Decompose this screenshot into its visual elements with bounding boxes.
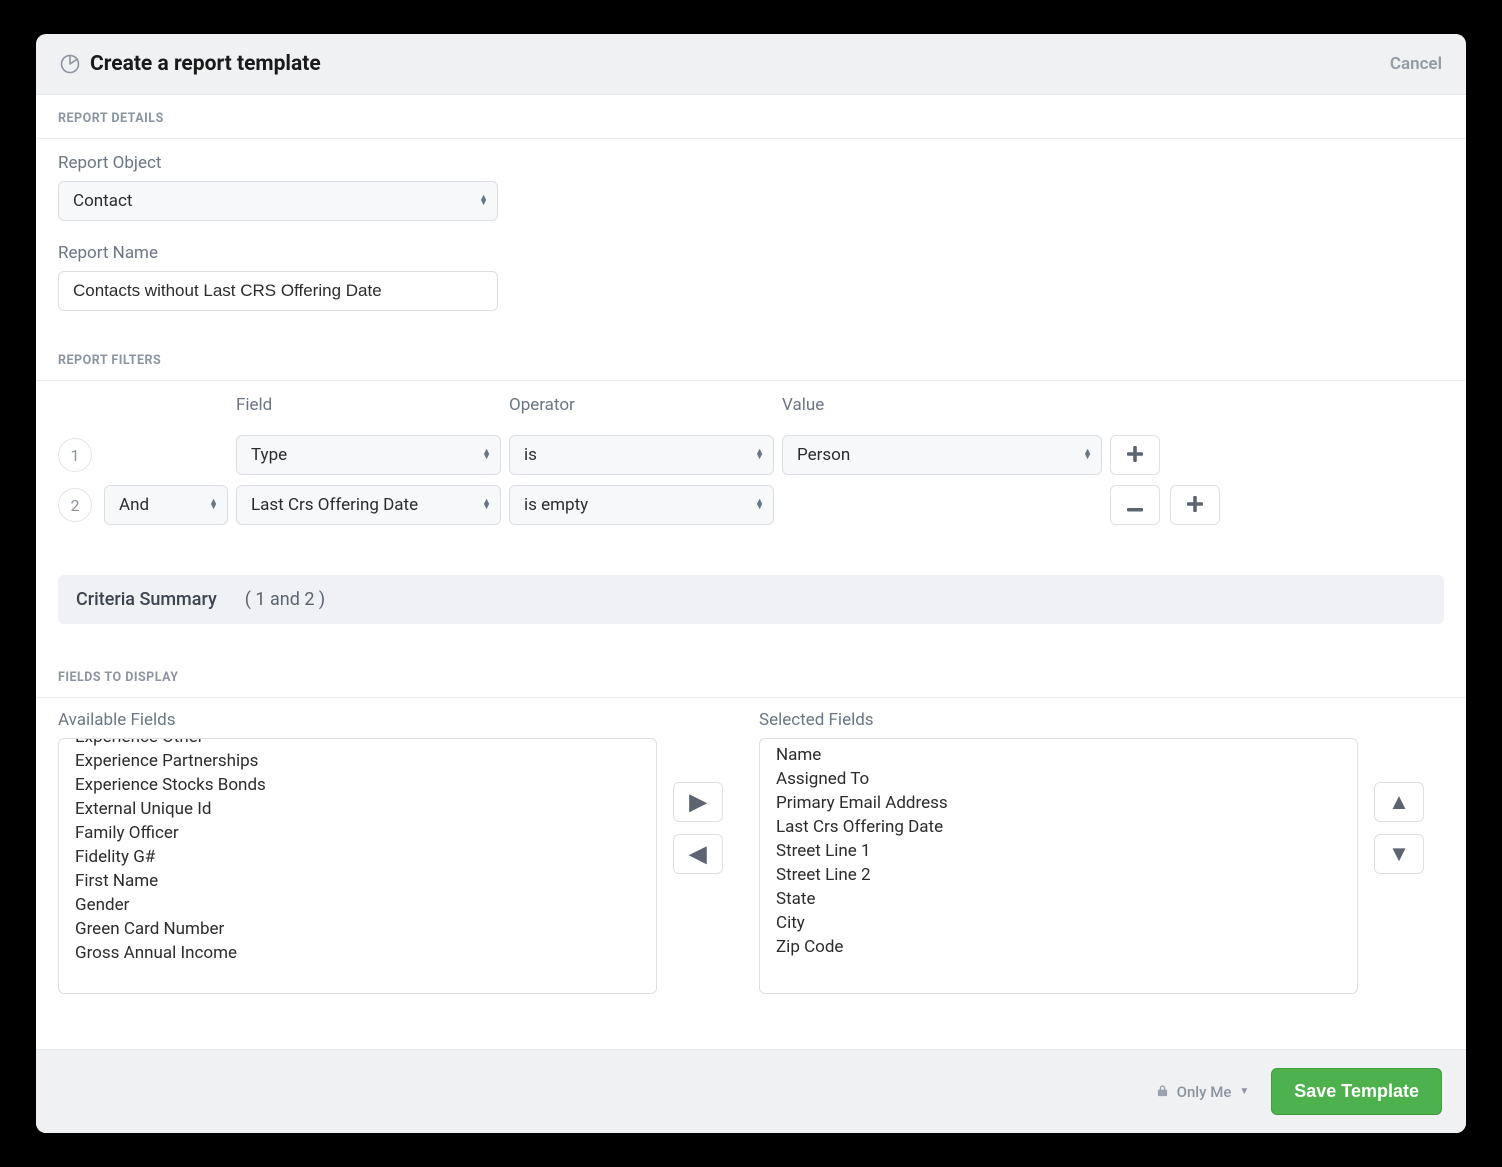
lock-icon bbox=[1156, 1083, 1169, 1101]
section-header-fields: FIELDS TO DISPLAY bbox=[36, 654, 1466, 698]
triangle-up-icon: ▲ bbox=[1388, 789, 1410, 815]
report-name-label: Report Name bbox=[58, 243, 1444, 263]
list-item[interactable]: Name bbox=[760, 743, 1357, 767]
list-item[interactable]: Family Officer bbox=[59, 821, 656, 845]
list-item[interactable]: Gender bbox=[59, 893, 656, 917]
filter-operator-select[interactable]: is empty bbox=[509, 485, 774, 525]
list-item[interactable]: Zip Code bbox=[760, 935, 1357, 959]
minus-icon bbox=[1127, 492, 1143, 518]
list-item[interactable]: Assigned To bbox=[760, 767, 1357, 791]
privacy-label: Only Me bbox=[1177, 1083, 1232, 1101]
add-filter-button[interactable] bbox=[1170, 485, 1220, 525]
move-up-button[interactable]: ▲ bbox=[1374, 782, 1424, 822]
filter-conjunction-select[interactable]: And bbox=[104, 485, 228, 525]
list-item[interactable]: State bbox=[760, 887, 1357, 911]
plus-icon bbox=[1127, 442, 1143, 468]
triangle-right-icon: ▶ bbox=[690, 789, 707, 815]
list-item[interactable]: Experience Stocks Bonds bbox=[59, 773, 656, 797]
triangle-left-icon: ◀ bbox=[690, 841, 707, 867]
add-filter-button[interactable] bbox=[1110, 435, 1160, 475]
filter-row-number: 2 bbox=[58, 488, 92, 522]
list-item[interactable]: First Name bbox=[59, 869, 656, 893]
report-object-select[interactable]: Contact bbox=[58, 181, 498, 221]
list-item[interactable]: Primary Email Address bbox=[760, 791, 1357, 815]
list-item[interactable]: City bbox=[760, 911, 1357, 935]
filter-field-select[interactable]: Type bbox=[236, 435, 501, 475]
list-item[interactable]: Street Line 1 bbox=[760, 839, 1357, 863]
chevron-down-icon: ▼ bbox=[1239, 1086, 1249, 1097]
triangle-down-icon: ▼ bbox=[1388, 841, 1410, 867]
pie-chart-icon bbox=[60, 54, 80, 74]
list-item[interactable]: Green Card Number bbox=[59, 917, 656, 941]
modal-header: Create a report template Cancel bbox=[36, 34, 1466, 95]
list-item[interactable]: Fidelity G# bbox=[59, 845, 656, 869]
privacy-toggle[interactable]: Only Me ▼ bbox=[1156, 1083, 1250, 1101]
save-template-button[interactable]: Save Template bbox=[1271, 1068, 1442, 1115]
list-item[interactable]: Experience Partnerships bbox=[59, 749, 656, 773]
section-header-filters: REPORT FILTERS bbox=[36, 337, 1466, 381]
selected-fields-list[interactable]: NameAssigned ToPrimary Email AddressLast… bbox=[759, 738, 1358, 994]
available-fields-list[interactable]: Experience OtherExperience PartnershipsE… bbox=[58, 738, 657, 994]
selected-fields-label: Selected Fields bbox=[759, 710, 1358, 730]
filter-row: 1Type▲▼is▲▼Person▲▼ bbox=[58, 435, 1444, 475]
modal: Create a report template Cancel REPORT D… bbox=[36, 34, 1466, 1133]
remove-filter-button[interactable] bbox=[1110, 485, 1160, 525]
filter-field-select[interactable]: Last Crs Offering Date bbox=[236, 485, 501, 525]
list-item[interactable]: Last Crs Offering Date bbox=[760, 815, 1357, 839]
cancel-button[interactable]: Cancel bbox=[1390, 54, 1442, 74]
criteria-summary-expr: ( 1 and 2 ) bbox=[245, 589, 325, 610]
modal-title: Create a report template bbox=[90, 52, 321, 76]
report-object-label: Report Object bbox=[58, 153, 1444, 173]
available-fields-label: Available Fields bbox=[58, 710, 657, 730]
list-item[interactable]: Experience Other bbox=[59, 738, 656, 749]
filter-operator-select[interactable]: is bbox=[509, 435, 774, 475]
list-item[interactable]: Street Line 2 bbox=[760, 863, 1357, 887]
filter-row-number: 1 bbox=[58, 438, 92, 472]
col-field-label: Field bbox=[236, 395, 501, 415]
modal-footer: Only Me ▼ Save Template bbox=[36, 1049, 1466, 1133]
section-header-details: REPORT DETAILS bbox=[36, 95, 1466, 139]
report-name-input[interactable] bbox=[58, 271, 498, 311]
list-item[interactable]: Gross Annual Income bbox=[59, 941, 656, 965]
move-right-button[interactable]: ▶ bbox=[673, 782, 723, 822]
move-left-button[interactable]: ◀ bbox=[673, 834, 723, 874]
plus-icon bbox=[1187, 492, 1203, 518]
filter-row: 2And▲▼Last Crs Offering Date▲▼is empty▲▼ bbox=[58, 485, 1444, 525]
criteria-summary-label: Criteria Summary bbox=[76, 589, 217, 610]
filter-value-select[interactable]: Person bbox=[782, 435, 1102, 475]
modal-body: REPORT DETAILS Report Object Contact ▲▼ … bbox=[36, 95, 1466, 1049]
move-down-button[interactable]: ▼ bbox=[1374, 834, 1424, 874]
col-value-label: Value bbox=[782, 395, 1102, 415]
list-item[interactable]: External Unique Id bbox=[59, 797, 656, 821]
col-operator-label: Operator bbox=[509, 395, 774, 415]
criteria-summary: Criteria Summary ( 1 and 2 ) bbox=[58, 575, 1444, 624]
